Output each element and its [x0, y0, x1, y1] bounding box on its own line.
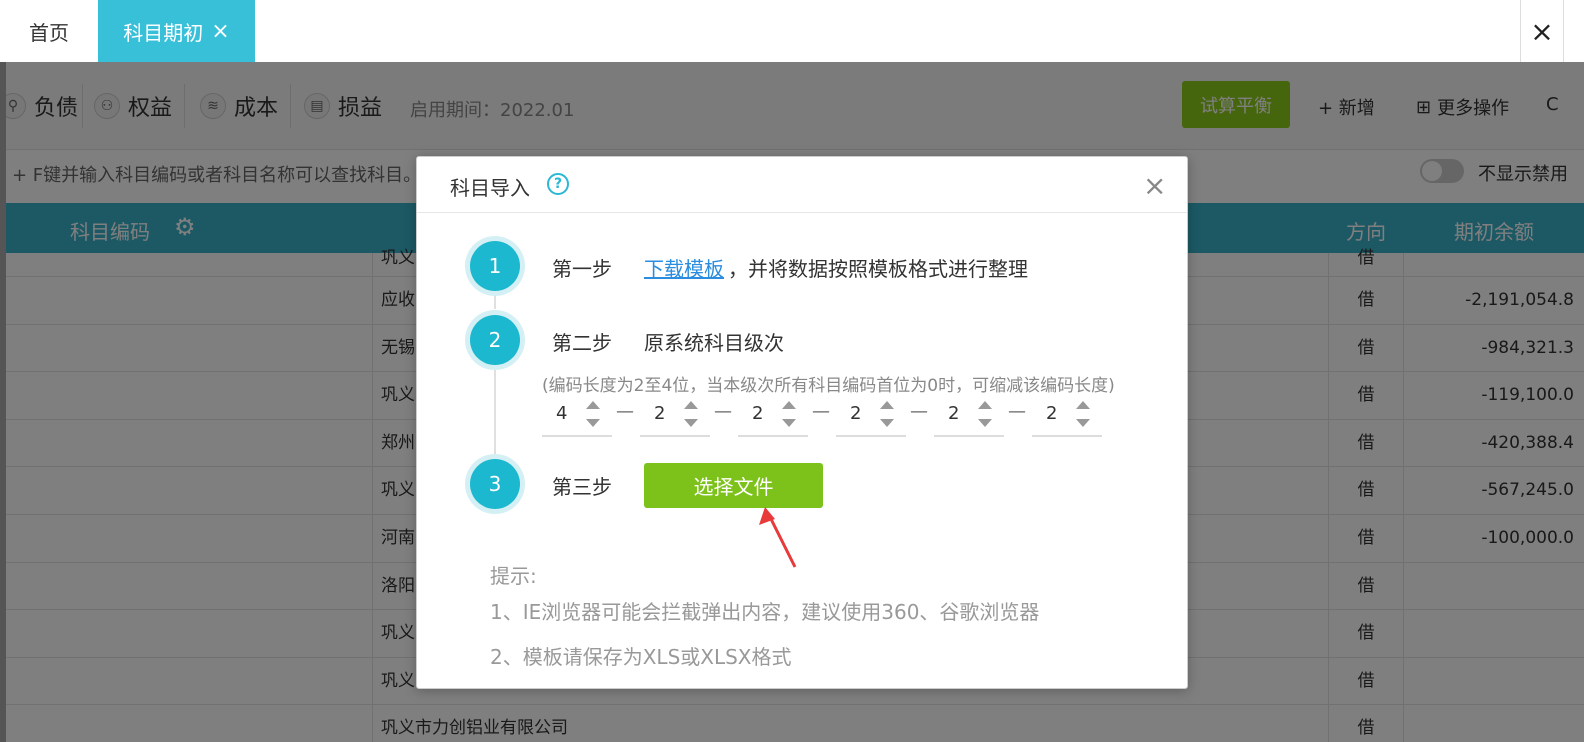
download-template-link[interactable]: 下载模板	[644, 253, 724, 282]
step-2-description: 原系统科目级次	[644, 331, 784, 355]
step-1-badge: 1	[470, 241, 520, 291]
increment-icon[interactable]	[684, 401, 698, 409]
level-6-stepper[interactable]: 2	[1032, 395, 1102, 437]
tab-bar: 首页 科目期初 × ×	[0, 0, 1584, 62]
step-1-label: 第一步	[552, 257, 612, 281]
level-3-stepper[interactable]: 2	[738, 395, 808, 437]
level-value: 2	[1046, 403, 1058, 424]
increment-icon[interactable]	[782, 401, 796, 409]
tip-item: 2、模板请保存为XLS或XLSX格式	[490, 645, 792, 669]
choose-file-button[interactable]: 选择文件	[644, 463, 823, 508]
level-5-stepper[interactable]: 2	[934, 395, 1004, 437]
level-4-stepper[interactable]: 2	[836, 395, 906, 437]
decrement-icon[interactable]	[880, 419, 894, 427]
level-2-stepper[interactable]: 2	[640, 395, 710, 437]
import-dialog: 科目导入 ? × 1 第一步 下载模板 ，并将数据按照模板格式进行整理 2 第二…	[416, 156, 1188, 689]
decrement-icon[interactable]	[782, 419, 796, 427]
level-separator: —	[714, 401, 732, 422]
increment-icon[interactable]	[586, 401, 600, 409]
close-icon[interactable]: ×	[1520, 0, 1564, 62]
step-connector	[494, 365, 496, 455]
red-arrow-annotation	[759, 507, 797, 568]
level-separator: —	[616, 401, 634, 422]
level-separator: —	[910, 401, 928, 422]
step-2-badge: 2	[470, 315, 520, 365]
decrement-icon[interactable]	[586, 419, 600, 427]
increment-icon[interactable]	[1076, 401, 1090, 409]
level-value: 2	[654, 403, 666, 424]
tab-home[interactable]: 首页	[0, 0, 98, 62]
increment-icon[interactable]	[978, 401, 992, 409]
dialog-header: 科目导入 ? ×	[417, 157, 1187, 213]
close-tab-icon[interactable]: ×	[211, 19, 229, 44]
page: 首页 科目期初 × × ⚲ 负债 ⚇ 权益 ≋ 成本 ▤	[0, 0, 1584, 742]
decrement-icon[interactable]	[978, 419, 992, 427]
level-1-stepper[interactable]: 4	[542, 395, 612, 437]
step-3-label: 第三步	[552, 475, 612, 499]
level-value: 4	[556, 403, 568, 424]
step-3-badge: 3	[470, 459, 520, 509]
level-separator: —	[1008, 401, 1026, 422]
close-icon[interactable]: ×	[1143, 169, 1166, 202]
increment-icon[interactable]	[880, 401, 894, 409]
step-connector	[494, 291, 496, 309]
level-separator: —	[812, 401, 830, 422]
level-value: 2	[850, 403, 862, 424]
decrement-icon[interactable]	[1076, 419, 1090, 427]
code-length-note: (编码长度为2至4位，当本级次所有科目编码首位为0时，可缩减该编码长度)	[542, 376, 1115, 396]
tips-title: 提示:	[490, 564, 537, 588]
help-icon[interactable]: ?	[547, 173, 569, 195]
decrement-icon[interactable]	[684, 419, 698, 427]
dialog-title: 科目导入	[450, 176, 530, 200]
step-1-description: ，并将数据按照模板格式进行整理	[728, 257, 1028, 281]
step-2-label: 第二步	[552, 331, 612, 355]
tip-item: 1、IE浏览器可能会拦截弹出内容，建议使用360、谷歌浏览器	[490, 600, 1040, 624]
level-value: 2	[948, 403, 960, 424]
level-value: 2	[752, 403, 764, 424]
tab-label: 科目期初	[123, 20, 204, 45]
tab-opening-balance[interactable]: 科目期初 ×	[98, 0, 255, 62]
